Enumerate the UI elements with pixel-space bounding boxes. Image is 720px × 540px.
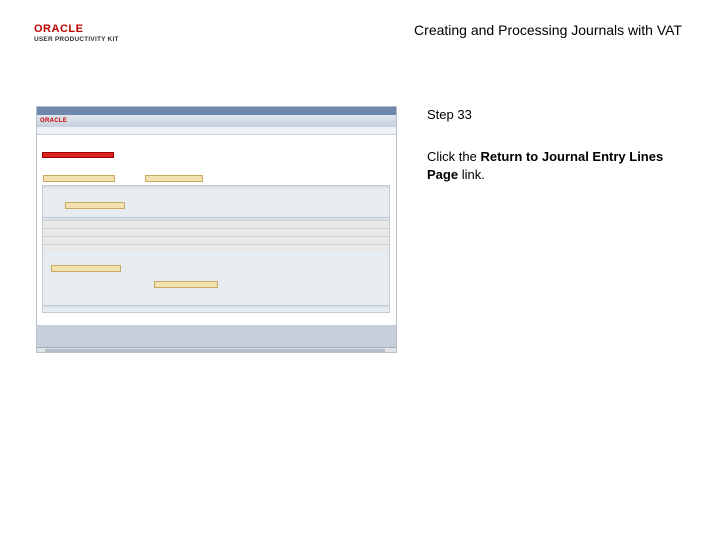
application-screenshot: ORACLE (36, 106, 397, 353)
mini-button-2[interactable] (145, 175, 203, 182)
app-oracle-logo: ORACLE (40, 118, 68, 124)
page-title: Creating and Processing Journals with VA… (414, 22, 682, 38)
app-top-bar (37, 107, 396, 115)
return-to-journal-entry-lines-link[interactable] (42, 152, 114, 158)
step-number: Step 33 (427, 107, 472, 122)
svg-text:ORACLE: ORACLE (34, 23, 83, 34)
vat-sub-row-3[interactable] (43, 236, 389, 244)
vat-defaults-section (42, 217, 390, 309)
oracle-upk-logo: ORACLE USER PRODUCTIVITY KIT (34, 22, 124, 43)
regenerate-defaults-button[interactable] (154, 281, 218, 288)
horizontal-scrollbar[interactable] (37, 347, 396, 352)
app-breadcrumb-bar (37, 127, 396, 135)
vat-sub-row-2[interactable] (43, 228, 389, 236)
logo-subtitle: USER PRODUCTIVITY KIT (34, 36, 119, 43)
step-instruction: Click the Return to Journal Entry Lines … (427, 148, 667, 184)
vat-sub-row-1[interactable] (43, 220, 389, 228)
override-vat-defaults-button[interactable] (51, 265, 121, 272)
instruction-prefix: Click the (427, 149, 481, 164)
mini-button-1[interactable] (43, 175, 115, 182)
vat-sub-row-4[interactable] (43, 244, 389, 252)
instruction-suffix: link. (458, 167, 485, 182)
oracle-logo-icon: ORACLE (34, 22, 98, 34)
app-header: ORACLE (37, 115, 396, 127)
vat-calculations-section (42, 305, 390, 313)
change-physical-nature-button[interactable] (65, 202, 125, 209)
